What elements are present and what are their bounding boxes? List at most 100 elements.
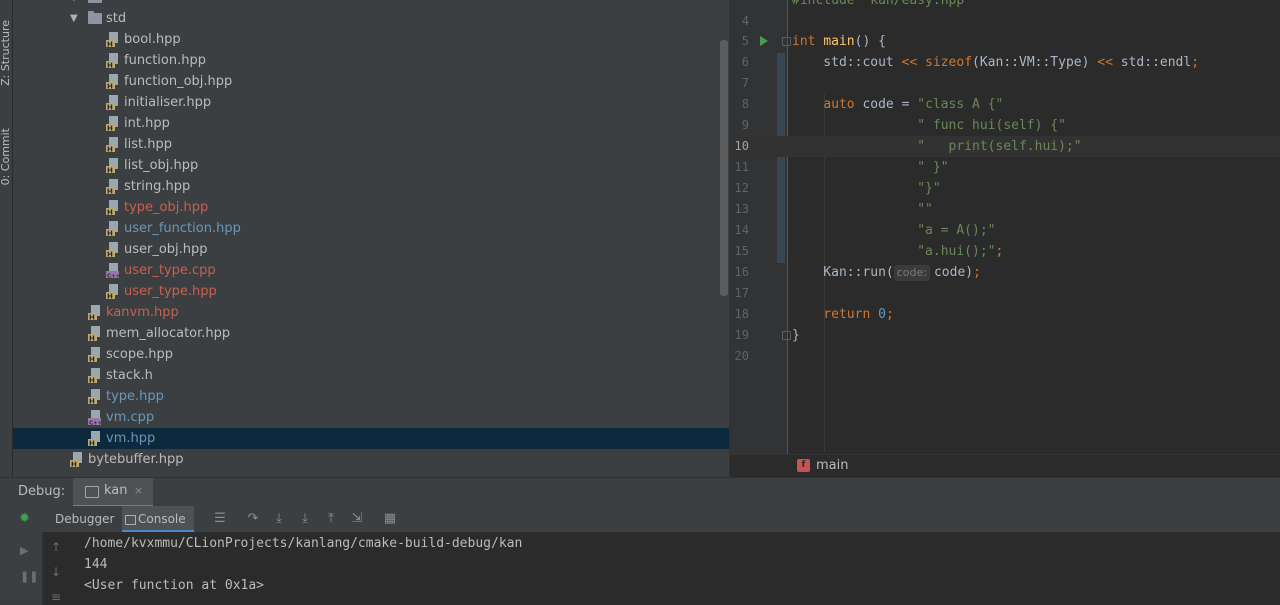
svg-text:H: H — [107, 146, 113, 153]
editor-breadcrumb: f main — [730, 454, 1280, 478]
cpp-file-icon: C++ — [106, 263, 121, 280]
tree-file-label: scope.hpp — [106, 347, 173, 362]
tree-file-label: user_function.hpp — [124, 221, 241, 236]
tree-file-label: user_type.cpp — [124, 263, 216, 278]
soft-wrap-icon[interactable]: ≡ — [51, 590, 61, 604]
header-file-icon: H — [88, 347, 102, 364]
header-file-icon: H — [106, 53, 120, 70]
debug-bug-icon[interactable]: ✹ — [19, 512, 33, 526]
code-line[interactable]: 6 std::cout << sizeof(Kan::VM::Type) << … — [730, 52, 1280, 73]
line-number: 16 — [734, 265, 749, 279]
svg-text:H: H — [107, 62, 113, 69]
line-number: 10 — [734, 139, 749, 153]
line-number: 19 — [734, 328, 749, 342]
header-file-icon: H — [106, 284, 120, 301]
line-number: 20 — [734, 349, 749, 363]
code-line[interactable]: 20 — [730, 346, 1280, 367]
code-line[interactable]: 15 "a.hui();"; — [730, 241, 1280, 262]
code-line[interactable]: 9 " func hui(self) {" — [730, 115, 1280, 136]
tree-row-file[interactable]: Hstring.hpp — [13, 176, 729, 197]
code-line[interactable]: 18 return 0; — [730, 304, 1280, 325]
tree-row-file[interactable]: Hlist_obj.hpp — [13, 155, 729, 176]
code-text: " }" — [792, 160, 949, 175]
header-file-icon: H — [88, 326, 102, 343]
commit-tool-tab[interactable]: 0: Commit — [0, 128, 13, 185]
header-file-icon: H — [106, 200, 120, 217]
step-out-icon[interactable]: ⤒ — [323, 511, 339, 527]
tree-row-file[interactable]: C++ vm.cpp — [13, 407, 729, 428]
header-file-icon: H — [88, 389, 102, 406]
pause-icon[interactable]: ❚❚ — [20, 570, 38, 584]
code-line[interactable]: 19} — [730, 325, 1280, 346]
code-line[interactable]: 8 auto code = "class A {" — [730, 94, 1280, 115]
console-gutter: ↑ ↓ ≡ — [43, 532, 72, 605]
tree-row-file[interactable]: Htype_obj.hpp — [13, 197, 729, 218]
code-line[interactable]: 16 Kan::run(code: code); — [730, 262, 1280, 283]
menu-icon[interactable]: ☰ — [212, 511, 228, 527]
header-file-icon: H — [106, 158, 120, 175]
tree-row-file[interactable]: Hfunction.hpp — [13, 50, 729, 71]
evaluate-icon[interactable]: ▦ — [382, 511, 398, 527]
arrow-down-icon[interactable]: ↓ — [51, 565, 61, 579]
project-scrollbar[interactable] — [720, 40, 728, 296]
code-line[interactable]: 12 "}" — [730, 178, 1280, 199]
force-step-into-icon[interactable]: ⤓ — [297, 511, 313, 527]
chevron-down-icon[interactable]: ▼ — [70, 0, 78, 8]
tree-row-file[interactable]: Huser_type.hpp — [13, 281, 729, 302]
code-line[interactable]: 13 "" — [730, 199, 1280, 220]
header-file-icon: H — [106, 116, 120, 133]
code-line[interactable]: 11 " }" — [730, 157, 1280, 178]
code-text: int main() { — [792, 34, 886, 49]
header-file-icon: H — [106, 179, 120, 196]
code-line[interactable]: 5 int main() { — [730, 31, 1280, 52]
run-to-cursor-icon[interactable]: ⇲ — [349, 511, 365, 527]
tab-debugger[interactable]: Debugger — [55, 506, 114, 532]
code-line[interactable]: 7 — [730, 73, 1280, 94]
step-over-icon[interactable]: ↷ — [245, 511, 261, 527]
line-number: 8 — [741, 97, 749, 111]
tree-row-file[interactable]: Hint.hpp — [13, 113, 729, 134]
tree-row-file[interactable]: Hstack.h — [13, 365, 729, 386]
tree-row-file[interactable]: Hbytebuffer.hpp — [13, 449, 729, 470]
arrow-up-icon[interactable]: ↑ — [51, 540, 61, 554]
code-editor[interactable]: 4 #include "kan/easy.hpp" 5 int main() {6… — [730, 0, 1280, 454]
svg-text:H: H — [107, 251, 113, 258]
tab-console[interactable]: Console — [122, 506, 194, 532]
tree-row-file[interactable]: Hlist.hpp — [13, 134, 729, 155]
tree-row-vm-folder[interactable]: ▼ — [13, 0, 729, 8]
tree-row-std-folder[interactable]: ▼ std — [13, 8, 729, 29]
tree-file-label: vm.cpp — [106, 410, 155, 425]
tree-row-file[interactable]: Hbool.hpp — [13, 29, 729, 50]
code-line[interactable]: 10 " print(self.hui);" — [730, 136, 1280, 157]
header-file-icon: H — [88, 305, 102, 322]
tree-row-file[interactable]: C++ user_type.cpp — [13, 260, 729, 281]
header-file-icon: H — [106, 221, 120, 238]
svg-text:H: H — [107, 230, 113, 237]
tree-row-file[interactable]: Hfunction_obj.hpp — [13, 71, 729, 92]
code-text: Kan::run(code: code); — [792, 265, 981, 281]
breadcrumb-function[interactable]: main — [816, 458, 848, 473]
structure-tool-tab[interactable]: Z: Structure — [0, 20, 13, 86]
code-line[interactable]: 14 "a = A();" — [730, 220, 1280, 241]
tree-file-label: stack.h — [106, 368, 153, 383]
parameter-hint: code: — [893, 265, 930, 281]
console-output[interactable]: /home/kvxmmu/CLionProjects/kanlang/cmake… — [72, 532, 1280, 605]
code-line[interactable]: 17 — [730, 283, 1280, 304]
tree-row-file[interactable]: Hmem_allocator.hpp — [13, 323, 729, 344]
step-into-icon[interactable]: ⤓ — [271, 511, 287, 527]
tree-row-file[interactable]: Hscope.hpp — [13, 344, 729, 365]
console-line: <User function at 0x1a> — [84, 578, 265, 593]
project-tree-panel: ▼ ▼ std Hbool.hppHfunction.hppHfunction_… — [13, 0, 729, 477]
tree-row-file[interactable]: Huser_obj.hpp — [13, 239, 729, 260]
chevron-down-icon[interactable]: ▼ — [70, 8, 78, 29]
debug-session-tab[interactable]: kan × — [73, 478, 153, 507]
tree-row-file[interactable]: Hvm.hpp — [13, 428, 729, 449]
tree-row-file[interactable]: Huser_function.hpp — [13, 218, 729, 239]
tree-row-file[interactable]: Hkanvm.hpp — [13, 302, 729, 323]
tree-row-file[interactable]: Hinitialiser.hpp — [13, 92, 729, 113]
tree-row-file[interactable]: Htype.hpp — [13, 386, 729, 407]
tree-file-label: list_obj.hpp — [124, 158, 199, 173]
code-line[interactable]: 4 #include "kan/easy.hpp" — [730, 0, 1280, 28]
resume-icon[interactable]: ▶ — [20, 544, 34, 558]
close-icon[interactable]: × — [134, 484, 143, 497]
